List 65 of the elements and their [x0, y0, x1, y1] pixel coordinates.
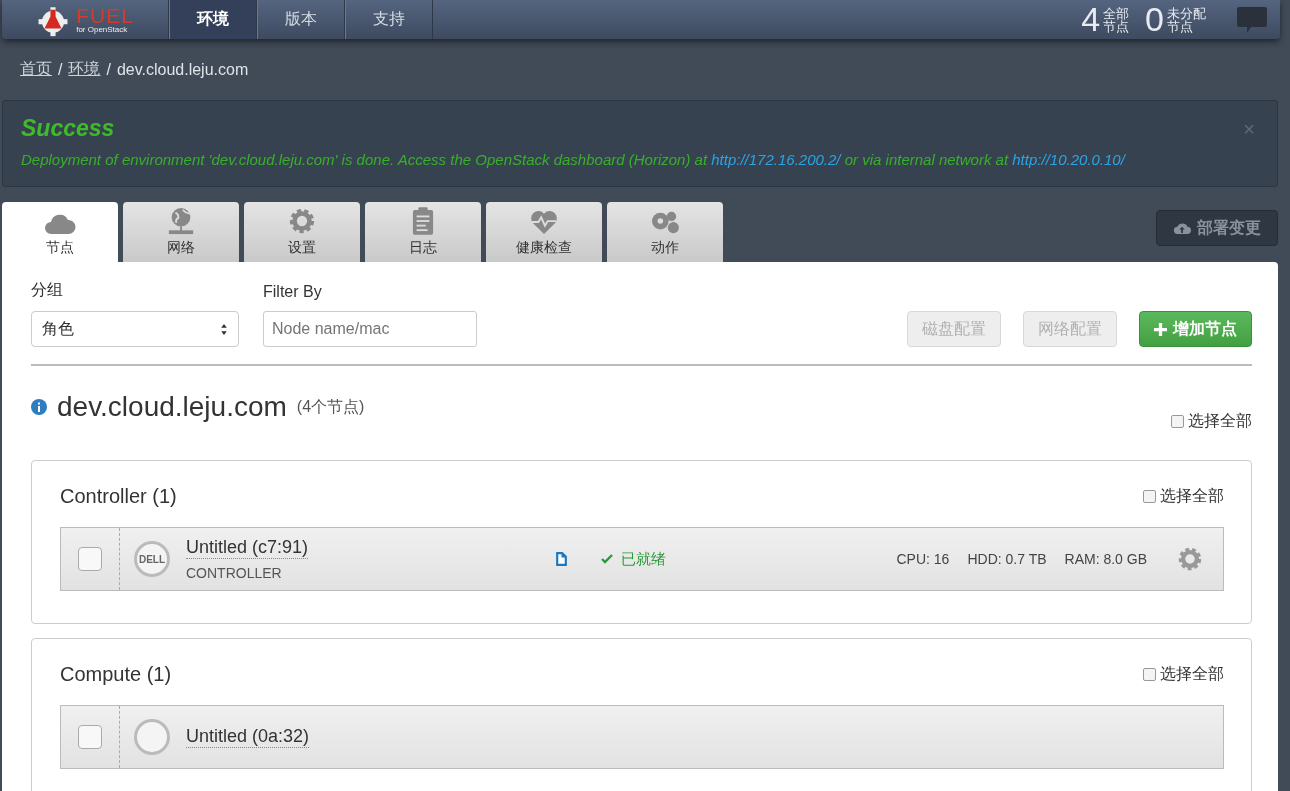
field-label: 分组 — [31, 280, 64, 300]
node-role: CONTROLLER — [186, 565, 283, 581]
stat-count: 0 — [1145, 0, 1164, 39]
tab[interactable]: 日志 — [365, 202, 481, 262]
group-title: Compute (1) — [60, 662, 172, 686]
deploy-changes-button[interactable]: 部署变更 — [1156, 210, 1278, 246]
upload-cloud-icon — [1173, 221, 1191, 235]
gear-icon — [288, 207, 316, 235]
stat-count: 4 — [1081, 0, 1101, 39]
tab[interactable]: 网络 — [123, 202, 239, 262]
document-icon[interactable] — [556, 552, 567, 566]
heartbeat-icon — [529, 209, 559, 235]
hdd-spec: HDD: 0.7 TB — [967, 551, 1047, 567]
alert-message: Deployment of environment 'dev.cloud.leju.com' is done. Access the OpenStack dashboard (Horizon) at http://172.16.200.2/ or via internal network at http://10.20.0.10/ — [21, 150, 1127, 170]
brand-subtitle: for OpenStack — [76, 26, 129, 34]
alert-link[interactable]: http://172.16.200.2/ — [711, 151, 841, 168]
gears-icon — [649, 209, 681, 235]
breadcrumb-current: dev.cloud.leju.com — [116, 60, 249, 79]
cloud-icon — [44, 213, 76, 235]
brand-name: FUEL — [76, 5, 134, 26]
ram-spec: RAM: 8.0 GB — [1064, 551, 1147, 567]
nav-tab[interactable]: 版本 — [257, 0, 345, 39]
node-name[interactable]: Untitled (c7:91) — [186, 537, 309, 559]
breadcrumb-link[interactable]: 环境 — [68, 59, 101, 80]
tab[interactable]: 设置 — [244, 202, 360, 262]
chat-icon[interactable] — [1236, 4, 1268, 35]
tab[interactable]: 节点 — [2, 202, 118, 262]
node-row[interactable]: Untitled (0a:32) — [60, 705, 1224, 769]
clipboard-icon — [412, 207, 434, 235]
tab[interactable]: 动作 — [607, 202, 723, 262]
globe-icon — [166, 207, 196, 235]
plus-icon — [1154, 322, 1167, 336]
environment-name: dev.cloud.leju.com — [57, 391, 287, 423]
select-all-label: 选择全部 — [1160, 485, 1224, 506]
info-icon — [31, 399, 47, 415]
node-checkbox[interactable] — [78, 725, 102, 749]
grouping-select[interactable]: 角色 — [31, 311, 239, 347]
stat-label: 全部 节点 — [1103, 6, 1130, 33]
select-all-label: 选择全部 — [1188, 411, 1252, 431]
select-all-checkbox[interactable] — [1171, 415, 1184, 428]
stat-label: 未分配 节点 — [1167, 6, 1206, 33]
breadcrumb-link[interactable]: 首页 — [20, 59, 52, 80]
alert-link[interactable]: http://10.20.0.10/ — [1012, 151, 1125, 168]
field-label: Filter By — [263, 283, 323, 301]
alert-title: Success — [21, 115, 115, 142]
node-status: 已就绪 — [601, 549, 666, 569]
node-name[interactable]: Untitled (0a:32) — [186, 726, 310, 748]
cpu-spec: CPU: 16 — [896, 551, 950, 567]
node-row[interactable]: DELL Untitled (c7:91) CONTROLLER 已就绪 CPU: 16 HDD: 0.7 TB RAM: 8.0 GB — [60, 527, 1224, 591]
select-all-label: 选择全部 — [1160, 663, 1224, 684]
settings-icon[interactable] — [1177, 546, 1203, 572]
group-title: Controller (1) — [60, 484, 177, 508]
nav-tab[interactable]: 支持 — [345, 0, 433, 39]
vendor-logo: DELL — [134, 541, 170, 577]
node-checkbox[interactable] — [78, 547, 102, 571]
sort-arrows-icon — [220, 322, 228, 336]
filter-input[interactable]: Node name/mac — [263, 311, 477, 347]
breadcrumb-separator: / — [58, 60, 63, 79]
select-all-checkbox[interactable] — [1143, 667, 1156, 681]
select-all-checkbox[interactable] — [1143, 489, 1156, 503]
checkmark-icon — [601, 554, 613, 564]
node-count: (4个节点) — [296, 396, 365, 417]
breadcrumb-separator: / — [106, 60, 111, 79]
nav-tab[interactable]: 环境 — [169, 0, 257, 39]
tab[interactable]: 健康检查 — [486, 202, 602, 262]
